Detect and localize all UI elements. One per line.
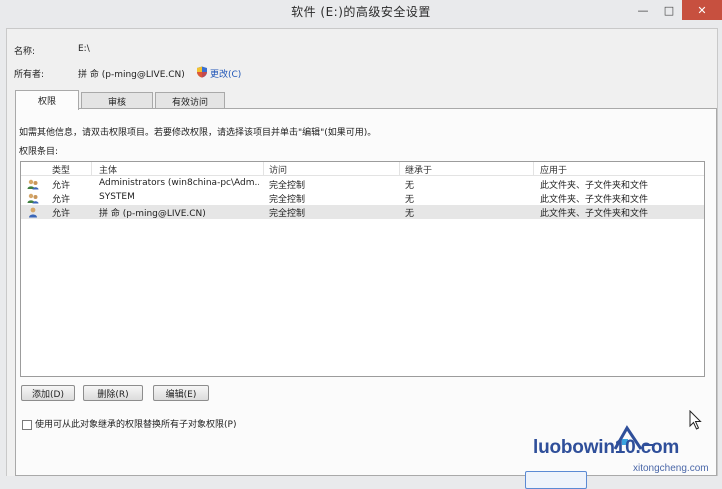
column-divider[interactable] [533, 162, 534, 175]
change-owner-link[interactable]: 更改(C) [210, 67, 241, 80]
table-row[interactable]: 允许 拼 命 (p-ming@LIVE.CN) 完全控制 无 此文件夹、子文件夹… [21, 205, 704, 219]
replace-child-permissions-label: 使用可从此对象继承的权限替换所有子对象权限(P) [35, 420, 237, 430]
entry-access: 完全控制 [269, 195, 306, 205]
entry-applies-to: 此文件夹、子文件夹和文件 [540, 195, 649, 205]
column-divider[interactable] [263, 162, 264, 175]
owner-label: 所有者: [14, 70, 45, 80]
owner-value: 拼 命 (p-ming@LIVE.CN) [78, 70, 185, 80]
column-header-inherited-from[interactable]: 继承于 [405, 163, 432, 176]
entry-type: 允许 [52, 195, 71, 205]
entry-inherited-from: 无 [405, 209, 415, 219]
entry-access: 完全控制 [269, 181, 306, 191]
entry-principal: SYSTEM [99, 192, 135, 202]
dialog-body: 名称: E:\ 所有者: 拼 命 (p-ming@LIVE.CN) 更改(C) … [6, 28, 718, 489]
entry-principal: Administrators (win8china-pc\Adm... [99, 178, 259, 188]
column-divider[interactable] [399, 162, 400, 175]
entry-inherited-from: 无 [405, 181, 415, 191]
mouse-cursor-icon [689, 410, 702, 430]
tab-effective-access[interactable]: 有效访问 [155, 92, 225, 109]
uac-shield-icon [197, 66, 207, 78]
entry-principal: 拼 命 (p-ming@LIVE.CN) [99, 209, 206, 219]
table-row[interactable]: 允许 Administrators (win8china-pc\Adm... 完… [21, 177, 704, 191]
title-bar: 软件 (E:)的高级安全设置 — □ ✕ [0, 0, 722, 28]
minimize-button[interactable]: — [630, 0, 656, 20]
column-header-access[interactable]: 访问 [269, 163, 287, 176]
maximize-button[interactable]: □ [656, 0, 682, 20]
list-header: 类型 主体 访问 继承于 应用于 [21, 162, 704, 176]
column-header-principal[interactable]: 主体 [99, 163, 117, 176]
user-icon [29, 207, 37, 218]
edit-button[interactable]: 编辑(E) [153, 385, 209, 401]
column-header-type[interactable]: 类型 [52, 163, 70, 176]
ok-button[interactable] [525, 471, 587, 489]
add-button[interactable]: 添加(D) [21, 385, 75, 401]
table-row[interactable]: 允许 SYSTEM 完全控制 无 此文件夹、子文件夹和文件 [21, 191, 704, 205]
window-title: 软件 (E:)的高级安全设置 [291, 5, 431, 19]
close-button[interactable]: ✕ [682, 0, 722, 20]
remove-button[interactable]: 删除(R) [83, 385, 143, 401]
permission-entries-list[interactable]: 类型 主体 访问 继承于 应用于 允许 Administrators (win8… [20, 161, 705, 377]
entry-type: 允许 [52, 181, 71, 191]
permission-entries-label: 权限条目: [19, 147, 59, 157]
name-value: E:\ [78, 44, 90, 54]
replace-child-permissions-checkbox[interactable] [22, 420, 32, 430]
users-group-icon [27, 193, 39, 204]
column-header-applies-to[interactable]: 应用于 [540, 163, 567, 176]
entry-type: 允许 [52, 209, 71, 219]
entry-applies-to: 此文件夹、子文件夹和文件 [540, 181, 649, 191]
column-divider[interactable] [91, 162, 92, 175]
tab-auditing[interactable]: 审核 [81, 92, 153, 109]
entry-access: 完全控制 [269, 209, 306, 219]
entry-applies-to: 此文件夹、子文件夹和文件 [540, 209, 649, 219]
users-group-icon [27, 179, 39, 190]
info-text: 如需其他信息，请双击权限项目。若要修改权限，请选择该项目并单击"编辑"(如果可用… [19, 128, 377, 138]
entry-inherited-from: 无 [405, 195, 415, 205]
tab-permissions[interactable]: 权限 [15, 90, 79, 110]
name-label: 名称: [14, 47, 36, 57]
